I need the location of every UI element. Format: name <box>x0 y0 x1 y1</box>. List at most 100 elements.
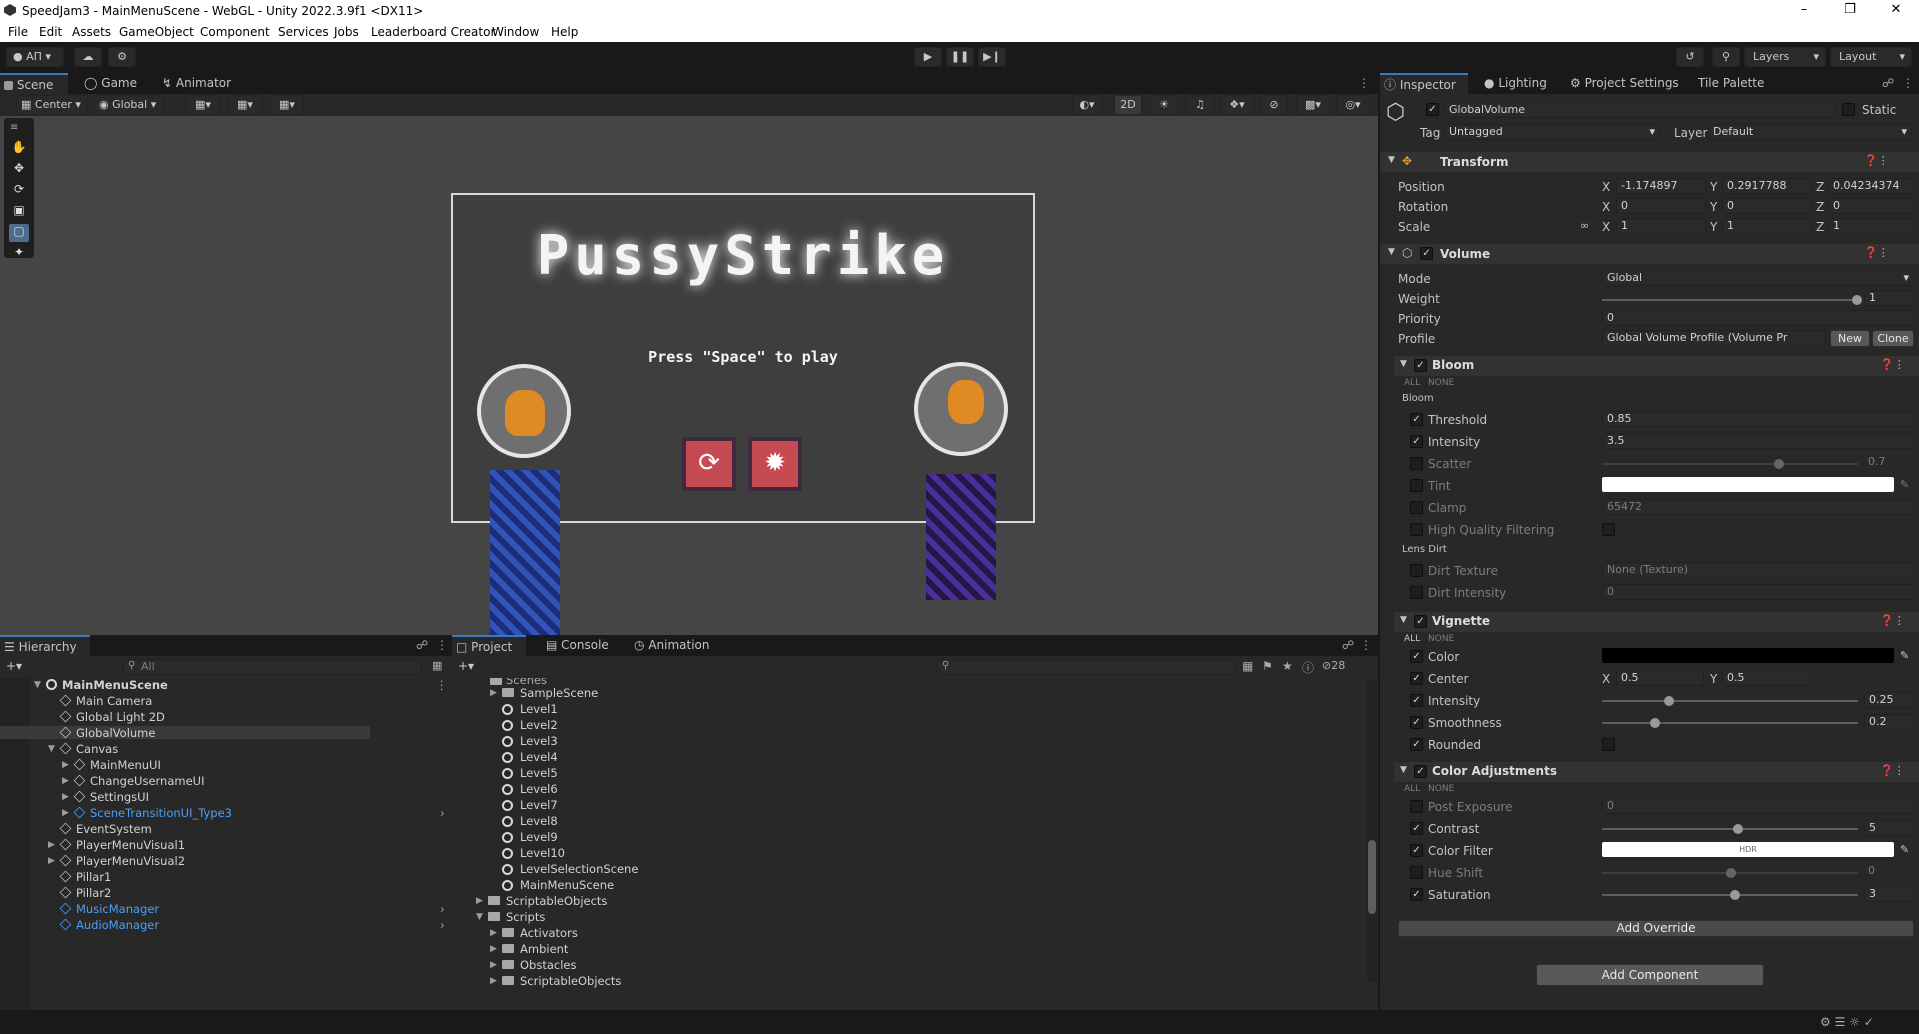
scale-y[interactable]: 1 <box>1722 218 1812 234</box>
tab-project-settings[interactable]: ⚙ Project Settings <box>1566 73 1686 94</box>
tab-animator[interactable]: ↯ Animator <box>158 73 238 94</box>
object-name-field[interactable]: GlobalVolume <box>1444 102 1836 118</box>
open-prefab-icon[interactable]: › <box>440 902 445 916</box>
draw-mode-icon[interactable]: ◐▾ <box>1072 95 1102 115</box>
contrast-override-checkbox[interactable]: ✓ <box>1410 822 1423 835</box>
vignette-enabled-checkbox[interactable]: ✓ <box>1414 615 1427 628</box>
visibility-icon[interactable]: ⊘ <box>1260 95 1288 115</box>
history-icon[interactable]: ↺ <box>1676 47 1704 67</box>
effects-icon[interactable]: ❖▾ <box>1220 95 1254 115</box>
scale-tool-icon[interactable]: ▣ <box>9 203 29 221</box>
mode-dropdown[interactable]: Global ▾ <box>1602 270 1914 286</box>
smoothness-thumb[interactable] <box>1650 718 1660 728</box>
2d-toggle[interactable]: 2D <box>1114 95 1142 115</box>
hand-tool-icon[interactable]: ✋ <box>9 140 29 158</box>
menu-file[interactable]: File <box>8 25 28 39</box>
transform-tool-icon[interactable]: ✦ <box>9 245 29 259</box>
project-row[interactable]: Level1 <box>452 702 1362 716</box>
project-row[interactable]: Level2 <box>452 718 1362 732</box>
hidden-count-badge[interactable]: ⊘28 <box>1322 659 1345 672</box>
clamp-override-checkbox[interactable] <box>1410 501 1423 514</box>
drag-handle-icon[interactable]: ≡ <box>10 122 18 133</box>
menu-edit[interactable]: Edit <box>39 25 62 39</box>
contrast-slider[interactable] <box>1602 824 1858 834</box>
project-row[interactable]: LevelSelectionScene <box>452 862 1362 876</box>
weight-field[interactable]: 1 <box>1864 290 1914 306</box>
project-row[interactable]: ▶ SampleScene <box>452 686 1362 700</box>
color-adjustments-help-icon[interactable]: ❓⋮ <box>1880 764 1905 777</box>
hue-shift-override-checkbox[interactable] <box>1410 866 1423 879</box>
project-row[interactable]: ▶ Activators <box>452 926 1362 940</box>
scroll-thumb[interactable] <box>1368 840 1376 914</box>
tab-animation[interactable]: ◷ Animation <box>630 635 716 656</box>
project-row[interactable]: ▶ ScriptableObjects <box>452 974 1362 988</box>
hierarchy-row[interactable]: ▼ MainMenuScene ⋮ <box>0 678 448 692</box>
menu-window[interactable]: Window <box>492 25 539 39</box>
vignette-intensity-override-checkbox[interactable]: ✓ <box>1410 694 1423 707</box>
maximize-button[interactable]: ❐ <box>1827 0 1873 21</box>
hierarchy-row[interactable]: Pillar2 <box>0 886 370 900</box>
weight-thumb[interactable] <box>1852 295 1862 305</box>
camera-icon[interactable]: ▩▾ <box>1296 95 1330 115</box>
scale-x[interactable]: 1 <box>1616 218 1706 234</box>
search-icon[interactable]: ⚲ <box>1712 47 1740 67</box>
transform-foldout-icon[interactable]: ▼ <box>1388 155 1395 165</box>
status-icons[interactable]: ⚙ ☰ ☼ ✓ <box>1820 1015 1874 1029</box>
tag-dropdown[interactable]: Untagged ▾ <box>1444 124 1660 140</box>
change-username-icon[interactable]: ⟳ <box>682 437 736 491</box>
hierarchy-row[interactable]: Main Camera <box>0 694 370 708</box>
bloom-enabled-checkbox[interactable]: ✓ <box>1414 359 1427 372</box>
tab-scene[interactable]: Scene <box>0 73 68 94</box>
account-dropdown[interactable]: ● АП ▾ <box>6 47 64 67</box>
gizmos-icon[interactable]: ◎▾ <box>1336 95 1370 115</box>
transform-help-icon[interactable]: ❓⋮ <box>1864 154 1889 167</box>
rounded-checkbox[interactable] <box>1602 738 1615 751</box>
hierarchy-row[interactable]: AudioManager › <box>0 918 445 932</box>
step-button[interactable]: ▶❙ <box>978 47 1006 67</box>
dirt-intensity-override-checkbox[interactable] <box>1410 586 1423 599</box>
menu-jobs[interactable]: Jobs <box>334 25 359 39</box>
bloom-foldout-icon[interactable]: ▼ <box>1400 359 1407 369</box>
tint-override-checkbox[interactable] <box>1410 479 1423 492</box>
saturation-override-checkbox[interactable]: ✓ <box>1410 888 1423 901</box>
create-button[interactable]: +▾ <box>6 659 22 673</box>
position-y[interactable]: 0.2917788 <box>1722 178 1812 194</box>
close-button[interactable]: ✕ <box>1873 0 1919 21</box>
color-filter-swatch[interactable]: HDR <box>1602 842 1894 857</box>
smoothness-slider[interactable] <box>1602 718 1858 728</box>
audio-toggle-icon[interactable]: ♫ <box>1186 95 1214 115</box>
intensity-field[interactable]: 3.5 <box>1602 433 1914 449</box>
hue-shift-slider[interactable] <box>1602 868 1858 878</box>
snap-icon[interactable]: ▦▾ <box>186 95 220 115</box>
vignette-all-toggle[interactable]: ALL <box>1404 634 1420 644</box>
foldout-open-icon[interactable]: ▼ <box>476 912 483 922</box>
hierarchy-search-input[interactable]: All <box>122 659 422 675</box>
tab-tile-palette[interactable]: Tile Palette <box>1694 73 1784 94</box>
vignette-help-icon[interactable]: ❓⋮ <box>1880 614 1905 627</box>
new-profile-button[interactable]: New <box>1830 330 1870 347</box>
volume-foldout-icon[interactable]: ▼ <box>1388 247 1395 257</box>
color-adjustments-enabled-checkbox[interactable]: ✓ <box>1414 765 1427 778</box>
project-row[interactable]: Level4 <box>452 750 1362 764</box>
ca-none-toggle[interactable]: NONE <box>1428 784 1454 794</box>
foldout-closed-icon[interactable]: ▶ <box>62 792 69 802</box>
hue-shift-field[interactable]: 0 <box>1864 864 1914 880</box>
intensity-override-checkbox[interactable]: ✓ <box>1410 435 1423 448</box>
foldout-closed-icon[interactable]: ▶ <box>62 760 69 770</box>
project-row[interactable]: Level6 <box>452 782 1362 796</box>
move-tool-icon[interactable]: ✥ <box>9 161 29 179</box>
project-row[interactable]: Level7 <box>452 798 1362 812</box>
project-row[interactable]: ▶ Obstacles <box>452 958 1362 972</box>
hierarchy-row[interactable]: MusicManager › <box>0 902 445 916</box>
increment-snap-icon[interactable]: ▦▾ <box>270 95 304 115</box>
color-override-checkbox[interactable]: ✓ <box>1410 650 1423 663</box>
color-adjustments-foldout-icon[interactable]: ▼ <box>1400 765 1407 775</box>
scale-z[interactable]: 1 <box>1828 218 1914 234</box>
scatter-slider[interactable] <box>1602 459 1858 469</box>
tab-inspector[interactable]: ⓘ Inspector <box>1380 73 1468 94</box>
hierarchy-row[interactable]: ▶ MainMenuUI <box>0 758 370 772</box>
project-search-input[interactable] <box>936 659 1236 675</box>
bloom-help-icon[interactable]: ❓⋮ <box>1880 358 1905 371</box>
inspector-more-icon[interactable]: ⋮ <box>1902 76 1914 90</box>
menu-help[interactable]: Help <box>551 25 578 39</box>
